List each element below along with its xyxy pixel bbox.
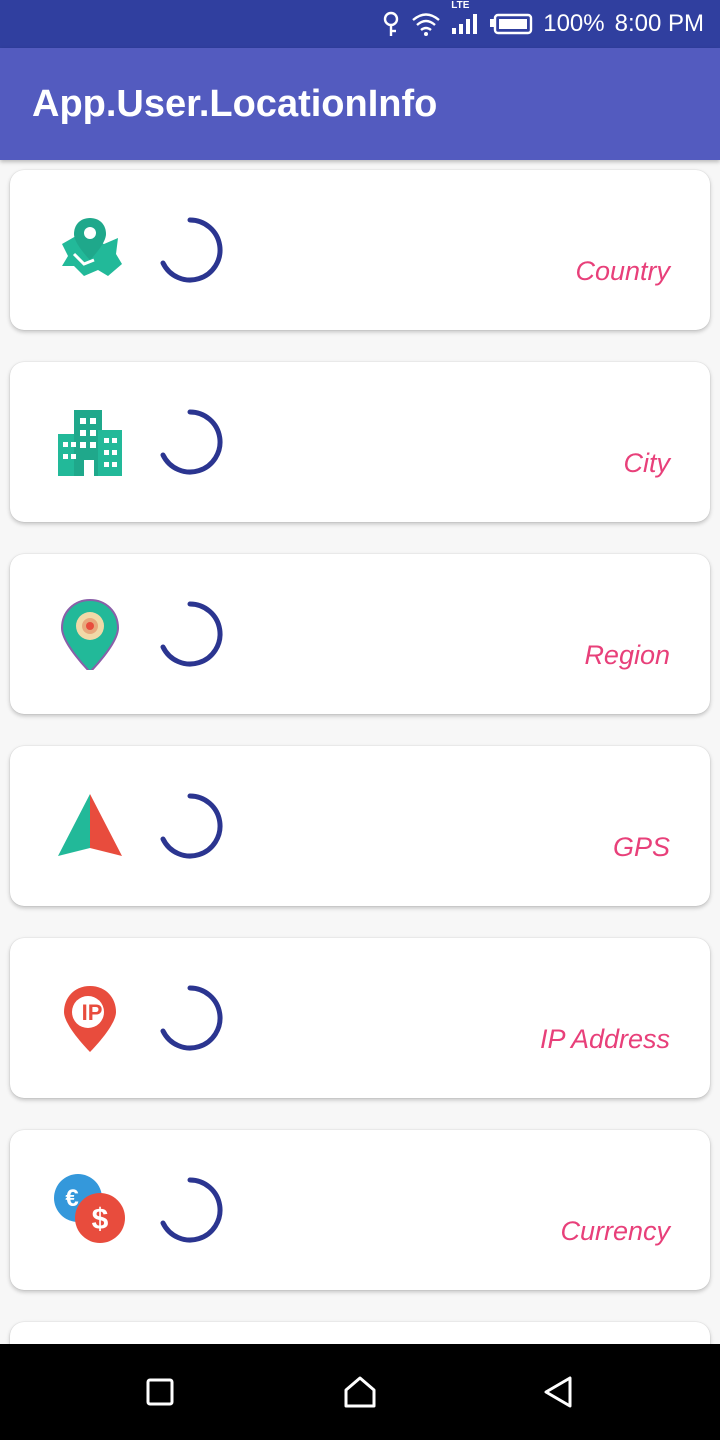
currency-coins-icon: € $ [54, 1174, 126, 1246]
card-currency[interactable]: € $ Currency [10, 1130, 710, 1290]
battery-percent: 100% [543, 10, 605, 37]
dollar-symbol: $ [92, 1203, 109, 1236]
card-label: GPS [612, 832, 670, 862]
loading-spinner [156, 1176, 224, 1244]
card-label: Currency [560, 1216, 670, 1246]
card-label: Country [575, 256, 670, 286]
info-list[interactable]: Country City Region GPS IP IP Address € … [0, 160, 720, 1344]
loading-spinner [156, 984, 224, 1052]
status-bar: LTE 100% 8:00 PM [0, 0, 720, 48]
card-ip-address[interactable]: IP IP Address [10, 938, 710, 1098]
card-region[interactable]: Region [10, 554, 710, 714]
page-title: App.User.LocationInfo [32, 82, 438, 125]
city-buildings-icon [54, 406, 126, 478]
recent-apps-button[interactable] [140, 1372, 180, 1412]
network-type-label: LTE [451, 0, 470, 11]
square-icon [146, 1378, 174, 1406]
country-map-pin-icon [54, 214, 126, 286]
clock: 8:00 PM [614, 10, 704, 37]
back-button[interactable] [538, 1372, 578, 1412]
card-label: City [623, 448, 671, 478]
back-triangle-icon [544, 1376, 572, 1408]
card-partial[interactable] [10, 1322, 710, 1344]
wifi-icon [411, 11, 441, 37]
card-city[interactable]: City [10, 362, 710, 522]
region-pin-icon [54, 598, 126, 674]
ip-icon-text: IP [82, 1000, 103, 1025]
loading-spinner [156, 216, 224, 284]
ip-pin-icon: IP [54, 982, 126, 1054]
loading-spinner [156, 792, 224, 860]
loading-spinner [156, 600, 224, 668]
euro-symbol: € [65, 1185, 78, 1212]
navigation-bar [0, 1344, 720, 1440]
card-gps[interactable]: GPS [10, 746, 710, 906]
battery-icon [489, 13, 533, 35]
card-label: Region [584, 640, 670, 670]
home-button[interactable] [340, 1372, 380, 1412]
app-bar: App.User.LocationInfo [0, 48, 720, 160]
home-icon [344, 1376, 376, 1408]
card-country[interactable]: Country [10, 170, 710, 330]
key-icon [381, 11, 401, 37]
gps-arrow-icon [54, 790, 126, 862]
signal-icon: LTE [451, 0, 479, 36]
card-label: IP Address [539, 1024, 670, 1054]
loading-spinner [156, 408, 224, 476]
